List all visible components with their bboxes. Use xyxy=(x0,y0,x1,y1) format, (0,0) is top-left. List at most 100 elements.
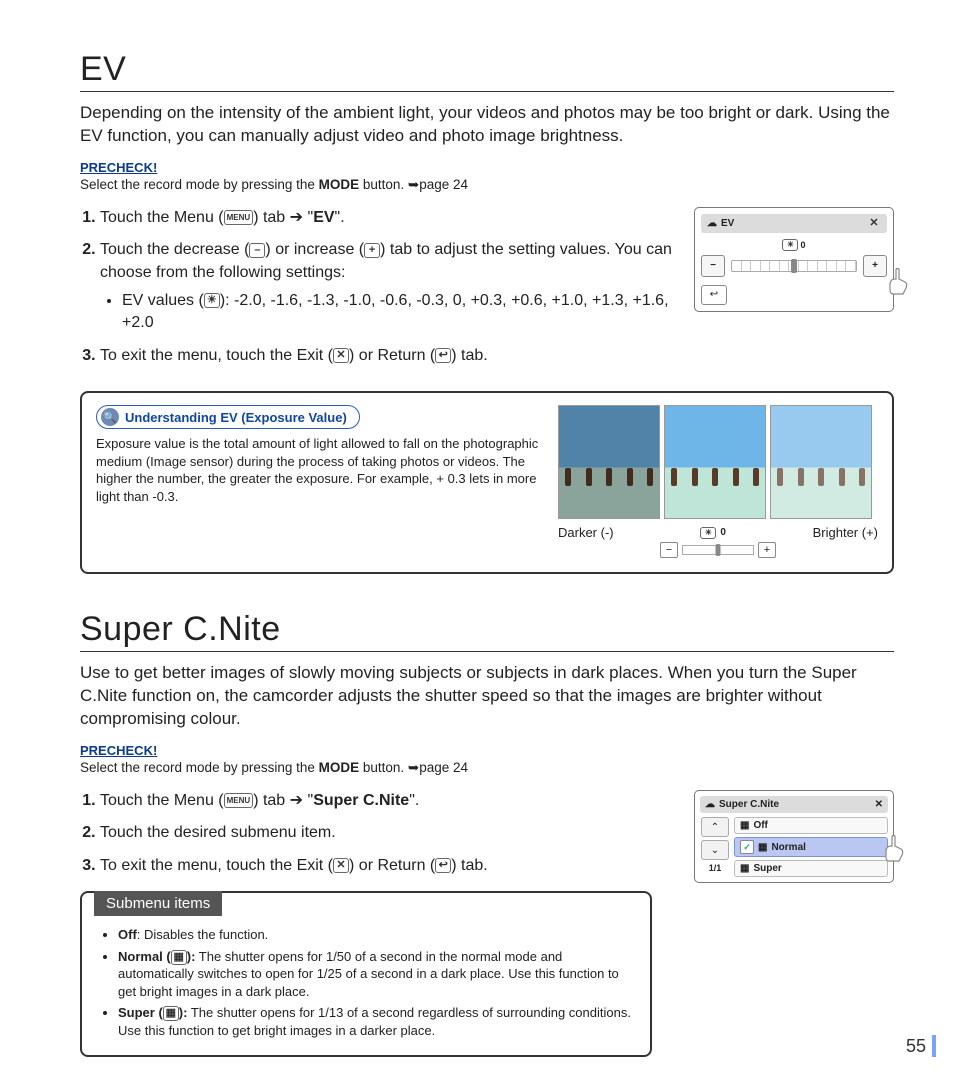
check-icon: ✓ xyxy=(740,840,754,854)
cloud-icon: ☁ xyxy=(707,218,717,229)
cnite-screen-illustration: ☁ Super C.Nite ✕ ⌃ ⌄ 1/1 ▦ Off ✓ ▦ Normal ▦ S… xyxy=(694,790,894,883)
cnite-heading: Super C.Nite xyxy=(80,610,894,652)
cnite-step1-bold: Super C.Nite xyxy=(313,792,409,809)
submenu-off-t: : Disables the function. xyxy=(137,927,269,942)
ev-screen-illustration: ☁ EV ✕ ☀0 − + ↩ xyxy=(694,207,894,312)
cnite-step1-pre: Touch the Menu ( xyxy=(100,792,224,809)
photo-normal xyxy=(664,405,766,519)
submenu-off: Off: Disables the function. xyxy=(118,926,636,944)
cloud-icon: ☁ xyxy=(705,799,715,810)
submenu-super: Super (▦): The shutter opens for 1/13 of… xyxy=(118,1004,636,1039)
up-button[interactable]: ⌃ xyxy=(701,817,729,837)
option-off[interactable]: ▦ Off xyxy=(734,817,888,834)
mini-slider: ☀0 xyxy=(700,527,726,539)
cnite-intro: Use to get better images of slowly movin… xyxy=(80,662,894,731)
option-off-label: Off xyxy=(753,820,767,831)
exit-icon: ✕ xyxy=(333,348,349,363)
cnite-step-1: Touch the Menu (MENU) tab ➔ "Super C.Nit… xyxy=(100,790,676,812)
ev-screen-value: 0 xyxy=(800,240,805,250)
cnite-precheck-pre: Select the record mode by pressing the xyxy=(80,760,319,775)
submenu-off-b: Off xyxy=(118,927,137,942)
ev-step1-mid: ) tab ➔ " xyxy=(253,209,313,226)
info-panel-text: Exposure value is the total amount of li… xyxy=(96,435,544,505)
option-super-label: Super xyxy=(753,863,781,874)
submenu-super-b: Super ( xyxy=(118,1005,163,1020)
cnite-step3-pre: To exit the menu, touch the Exit ( xyxy=(100,857,333,874)
ev-steps: Touch the Menu (MENU) tab ➔ "EV". Touch … xyxy=(80,207,676,367)
decrease-button[interactable]: − xyxy=(701,255,725,277)
shutter-icon: ▦ xyxy=(740,863,749,874)
cnite-precheck-post: button. ➥page 24 xyxy=(359,760,468,775)
submenu-super-t: The shutter opens for 1/13 of a second r… xyxy=(118,1005,631,1038)
close-icon[interactable]: ✕ xyxy=(875,799,883,810)
exit-icon: ✕ xyxy=(333,858,349,873)
exposure-photo-strip xyxy=(558,405,878,519)
submenu-normal: Normal (▦): The shutter opens for 1/50 o… xyxy=(118,948,636,1001)
mini-slider-value: 0 xyxy=(720,527,726,538)
down-button[interactable]: ⌄ xyxy=(701,840,729,860)
cnite-steps: Touch the Menu (MENU) tab ➔ "Super C.Nit… xyxy=(80,790,676,877)
ev-step2-mid: ) or increase ( xyxy=(265,241,364,258)
ev-screen-title: EV xyxy=(721,218,734,229)
exposure-icon: ☀ xyxy=(700,527,716,539)
brighter-label: Brighter (+) xyxy=(813,525,878,540)
ev-step1-pre: Touch the Menu ( xyxy=(100,209,224,226)
magnify-icon: 🔍 xyxy=(101,408,119,426)
ev-precheck-label: PRECHECK! xyxy=(80,160,894,175)
shutter-icon: ▦ xyxy=(758,842,767,853)
menu-icon: MENU xyxy=(224,793,254,808)
cnite-precheck-text: Select the record mode by pressing the M… xyxy=(80,760,894,776)
submenu-box: Submenu items Off: Disables the function… xyxy=(80,891,652,1057)
mini-plus-icon: + xyxy=(758,542,776,558)
ev-precheck-text: Select the record mode by pressing the M… xyxy=(80,177,894,193)
info-pill-label: Understanding EV (Exposure Value) xyxy=(125,410,347,425)
menu-icon: MENU xyxy=(224,210,254,225)
cnite-step-3: To exit the menu, touch the Exit (✕) or … xyxy=(100,855,676,877)
ev-precheck-post: button. ➥page 24 xyxy=(359,177,468,192)
shutter-icon: ▦ xyxy=(740,820,749,831)
photo-darker xyxy=(558,405,660,519)
ev-step3-mid: ) or Return ( xyxy=(349,347,435,364)
plus-icon: + xyxy=(364,243,380,258)
cnite-step1-post: ". xyxy=(409,792,419,809)
photo-brighter xyxy=(770,405,872,519)
info-pill: 🔍 Understanding EV (Exposure Value) xyxy=(96,405,360,429)
cnite-step1-mid: ) tab ➔ " xyxy=(253,792,313,809)
ev-step-1: Touch the Menu (MENU) tab ➔ "EV". xyxy=(100,207,676,229)
mini-minus-icon: − xyxy=(660,542,678,558)
cnite-step-2: Touch the desired submenu item. xyxy=(100,822,676,844)
page-number-value: 55 xyxy=(906,1036,926,1057)
shutter-icon: ▦ xyxy=(163,1006,179,1021)
return-icon: ↩ xyxy=(435,348,451,363)
shutter-icon: ▦ xyxy=(171,950,187,965)
return-icon: ↩ xyxy=(435,858,451,873)
ev-sub-values: EV values (☀): -2.0, -1.6, -1.3, -1.0, -… xyxy=(122,290,676,335)
ev-slider[interactable] xyxy=(731,260,857,272)
option-normal-label: Normal xyxy=(771,842,805,853)
ev-info-panel: 🔍 Understanding EV (Exposure Value) Expo… xyxy=(80,391,894,574)
ev-step1-bold: EV xyxy=(313,209,334,226)
pointing-hand-icon xyxy=(876,829,912,865)
ev-step2-pre: Touch the decrease ( xyxy=(100,241,249,258)
ev-step3-pre: To exit the menu, touch the Exit ( xyxy=(100,347,333,364)
darker-label: Darker (-) xyxy=(558,525,614,540)
option-super[interactable]: ▦ Super xyxy=(734,860,888,877)
page-bar-icon xyxy=(932,1035,936,1057)
cnite-precheck-bold: MODE xyxy=(319,760,360,775)
ev-step-2: Touch the decrease (–) or increase (+) t… xyxy=(100,239,676,335)
ev-step1-post: ". xyxy=(335,209,345,226)
cnite-screen-title: Super C.Nite xyxy=(719,799,779,810)
close-icon[interactable]: ✕ xyxy=(867,217,881,230)
ev-heading: EV xyxy=(80,50,894,92)
option-normal[interactable]: ✓ ▦ Normal xyxy=(734,837,888,857)
ev-precheck-bold: MODE xyxy=(319,177,360,192)
exposure-icon: ☀ xyxy=(782,239,798,251)
ev-precheck-pre: Select the record mode by pressing the xyxy=(80,177,319,192)
return-button[interactable]: ↩ xyxy=(701,285,727,305)
cnite-step3-mid: ) or Return ( xyxy=(349,857,435,874)
submenu-tab: Submenu items xyxy=(94,891,222,916)
exposure-icon: ☀ xyxy=(204,293,220,308)
page-indicator: 1/1 xyxy=(709,863,722,873)
ev-intro: Depending on the intensity of the ambien… xyxy=(80,102,894,148)
page-number: 55 xyxy=(906,1035,936,1057)
